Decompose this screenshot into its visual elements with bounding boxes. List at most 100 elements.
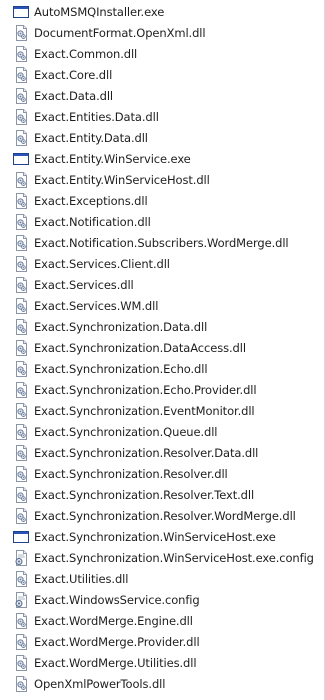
- dll-file-icon: [13, 235, 29, 251]
- file-name: Exact.Entity.WinServiceHost.dll: [34, 173, 210, 187]
- file-name: Exact.Synchronization.DataAccess.dll: [34, 341, 246, 355]
- dll-file-icon: [13, 319, 29, 335]
- file-name: Exact.Synchronization.Echo.dll: [34, 362, 208, 376]
- file-item[interactable]: Exact.Synchronization.Data.dll: [13, 317, 318, 337]
- file-name: Exact.Services.dll: [34, 278, 134, 292]
- file-name: Exact.Entity.WinService.exe: [34, 152, 191, 166]
- file-item[interactable]: Exact.Core.dll: [13, 65, 318, 85]
- file-name: Exact.Synchronization.Echo.Provider.dll: [34, 383, 257, 397]
- file-item[interactable]: Exact.Synchronization.Resolver.WordMerge…: [13, 506, 318, 526]
- file-name: Exact.Services.WM.dll: [34, 299, 159, 313]
- exe-window-icon: [13, 529, 29, 545]
- file-name: Exact.Synchronization.WinServiceHost.exe…: [34, 551, 314, 565]
- file-name: Exact.Notification.dll: [34, 215, 151, 229]
- file-item[interactable]: Exact.Common.dll: [13, 44, 318, 64]
- dll-file-icon: [13, 109, 29, 125]
- dll-file-icon: [13, 25, 29, 41]
- dll-file-icon: [13, 634, 29, 650]
- dll-file-icon: [13, 403, 29, 419]
- file-item[interactable]: Exact.Synchronization.Queue.dll: [13, 422, 318, 442]
- dll-file-icon: [13, 676, 29, 692]
- dll-file-icon: [13, 613, 29, 629]
- file-name: Exact.WordMerge.Provider.dll: [34, 635, 200, 649]
- file-item[interactable]: AutoMSMQInstaller.exe: [13, 2, 318, 22]
- file-item[interactable]: Exact.Synchronization.Resolver.dll: [13, 464, 318, 484]
- file-name: Exact.Exceptions.dll: [34, 194, 148, 208]
- file-item[interactable]: Exact.Services.WM.dll: [13, 296, 318, 316]
- dll-file-icon: [13, 382, 29, 398]
- file-name: Exact.Entity.Data.dll: [34, 131, 148, 145]
- file-item[interactable]: Exact.Synchronization.Resolver.Data.dll: [13, 443, 318, 463]
- file-name: DocumentFormat.OpenXml.dll: [34, 26, 206, 40]
- dll-file-icon: [13, 655, 29, 671]
- file-name: Exact.Synchronization.Resolver.dll: [34, 467, 228, 481]
- dll-file-icon: [13, 46, 29, 62]
- file-item[interactable]: Exact.Exceptions.dll: [13, 191, 318, 211]
- file-name: Exact.Common.dll: [34, 47, 138, 61]
- file-name: Exact.WordMerge.Engine.dll: [34, 614, 193, 628]
- dll-file-icon: [13, 445, 29, 461]
- file-item[interactable]: Exact.WordMerge.Provider.dll: [13, 632, 318, 652]
- file-name: Exact.Synchronization.Resolver.Data.dll: [34, 446, 259, 460]
- dll-file-icon: [13, 340, 29, 356]
- config-file-icon: [13, 550, 29, 566]
- file-name: Exact.Services.Client.dll: [34, 257, 170, 271]
- file-name: AutoMSMQInstaller.exe: [34, 5, 165, 19]
- file-item[interactable]: Exact.Synchronization.EventMonitor.dll: [13, 401, 318, 421]
- file-name: Exact.Synchronization.Queue.dll: [34, 425, 218, 439]
- file-item[interactable]: Exact.Synchronization.WinServiceHost.exe…: [13, 548, 318, 568]
- dll-file-icon: [13, 487, 29, 503]
- file-item[interactable]: Exact.Synchronization.Echo.Provider.dll: [13, 380, 318, 400]
- file-item[interactable]: Exact.Synchronization.Echo.dll: [13, 359, 318, 379]
- file-name: Exact.WordMerge.Utilities.dll: [34, 656, 197, 670]
- file-name: Exact.Utilities.dll: [34, 572, 129, 586]
- file-item[interactable]: Exact.WindowsService.config: [13, 590, 318, 610]
- dll-file-icon: [13, 277, 29, 293]
- file-item[interactable]: Exact.Services.dll: [13, 275, 318, 295]
- file-name: Exact.WindowsService.config: [34, 593, 200, 607]
- file-item[interactable]: Exact.Synchronization.DataAccess.dll: [13, 338, 318, 358]
- file-item[interactable]: Exact.Data.dll: [13, 86, 318, 106]
- config-file-icon: [13, 592, 29, 608]
- file-name: Exact.Notification.Subscribers.WordMerge…: [34, 236, 289, 250]
- file-item[interactable]: Exact.Entity.Data.dll: [13, 128, 318, 148]
- file-item[interactable]: OpenXmlPowerTools.dll: [13, 674, 318, 694]
- file-name: Exact.Entities.Data.dll: [34, 110, 159, 124]
- file-name: Exact.Synchronization.Resolver.Text.dll: [34, 488, 255, 502]
- dll-file-icon: [13, 214, 29, 230]
- file-name: Exact.Synchronization.EventMonitor.dll: [34, 404, 255, 418]
- dll-file-icon: [13, 172, 29, 188]
- dll-file-icon: [13, 424, 29, 440]
- dll-file-icon: [13, 298, 29, 314]
- exe-window-icon: [13, 151, 29, 167]
- file-item[interactable]: Exact.Entities.Data.dll: [13, 107, 318, 127]
- file-item[interactable]: Exact.WordMerge.Utilities.dll: [13, 653, 318, 673]
- dll-file-icon: [13, 67, 29, 83]
- dll-file-icon: [13, 193, 29, 209]
- dll-file-icon: [13, 88, 29, 104]
- file-item[interactable]: Exact.Notification.Subscribers.WordMerge…: [13, 233, 318, 253]
- file-item[interactable]: Exact.Entity.WinServiceHost.dll: [13, 170, 318, 190]
- file-list: AutoMSMQInstaller.exe DocumentFormat.Open…: [0, 0, 325, 700]
- file-item[interactable]: Exact.Synchronization.Resolver.Text.dll: [13, 485, 318, 505]
- file-item[interactable]: Exact.Notification.dll: [13, 212, 318, 232]
- file-item[interactable]: Exact.Entity.WinService.exe: [13, 149, 318, 169]
- file-item[interactable]: Exact.Services.Client.dll: [13, 254, 318, 274]
- dll-file-icon: [13, 130, 29, 146]
- file-name: Exact.Synchronization.Resolver.WordMerge…: [34, 509, 296, 523]
- file-item[interactable]: Exact.Synchronization.WinServiceHost.exe: [13, 527, 318, 547]
- file-name: Exact.Data.dll: [34, 89, 114, 103]
- file-item[interactable]: Exact.Utilities.dll: [13, 569, 318, 589]
- dll-file-icon: [13, 466, 29, 482]
- file-item[interactable]: Exact.WordMerge.Engine.dll: [13, 611, 318, 631]
- file-name: OpenXmlPowerTools.dll: [34, 677, 166, 691]
- file-name: Exact.Synchronization.WinServiceHost.exe: [34, 530, 276, 544]
- dll-file-icon: [13, 508, 29, 524]
- dll-file-icon: [13, 256, 29, 272]
- dll-file-icon: [13, 571, 29, 587]
- file-item[interactable]: DocumentFormat.OpenXml.dll: [13, 23, 318, 43]
- file-name: Exact.Synchronization.Data.dll: [34, 320, 208, 334]
- exe-window-icon: [13, 4, 29, 20]
- file-name: Exact.Core.dll: [34, 68, 113, 82]
- dll-file-icon: [13, 361, 29, 377]
